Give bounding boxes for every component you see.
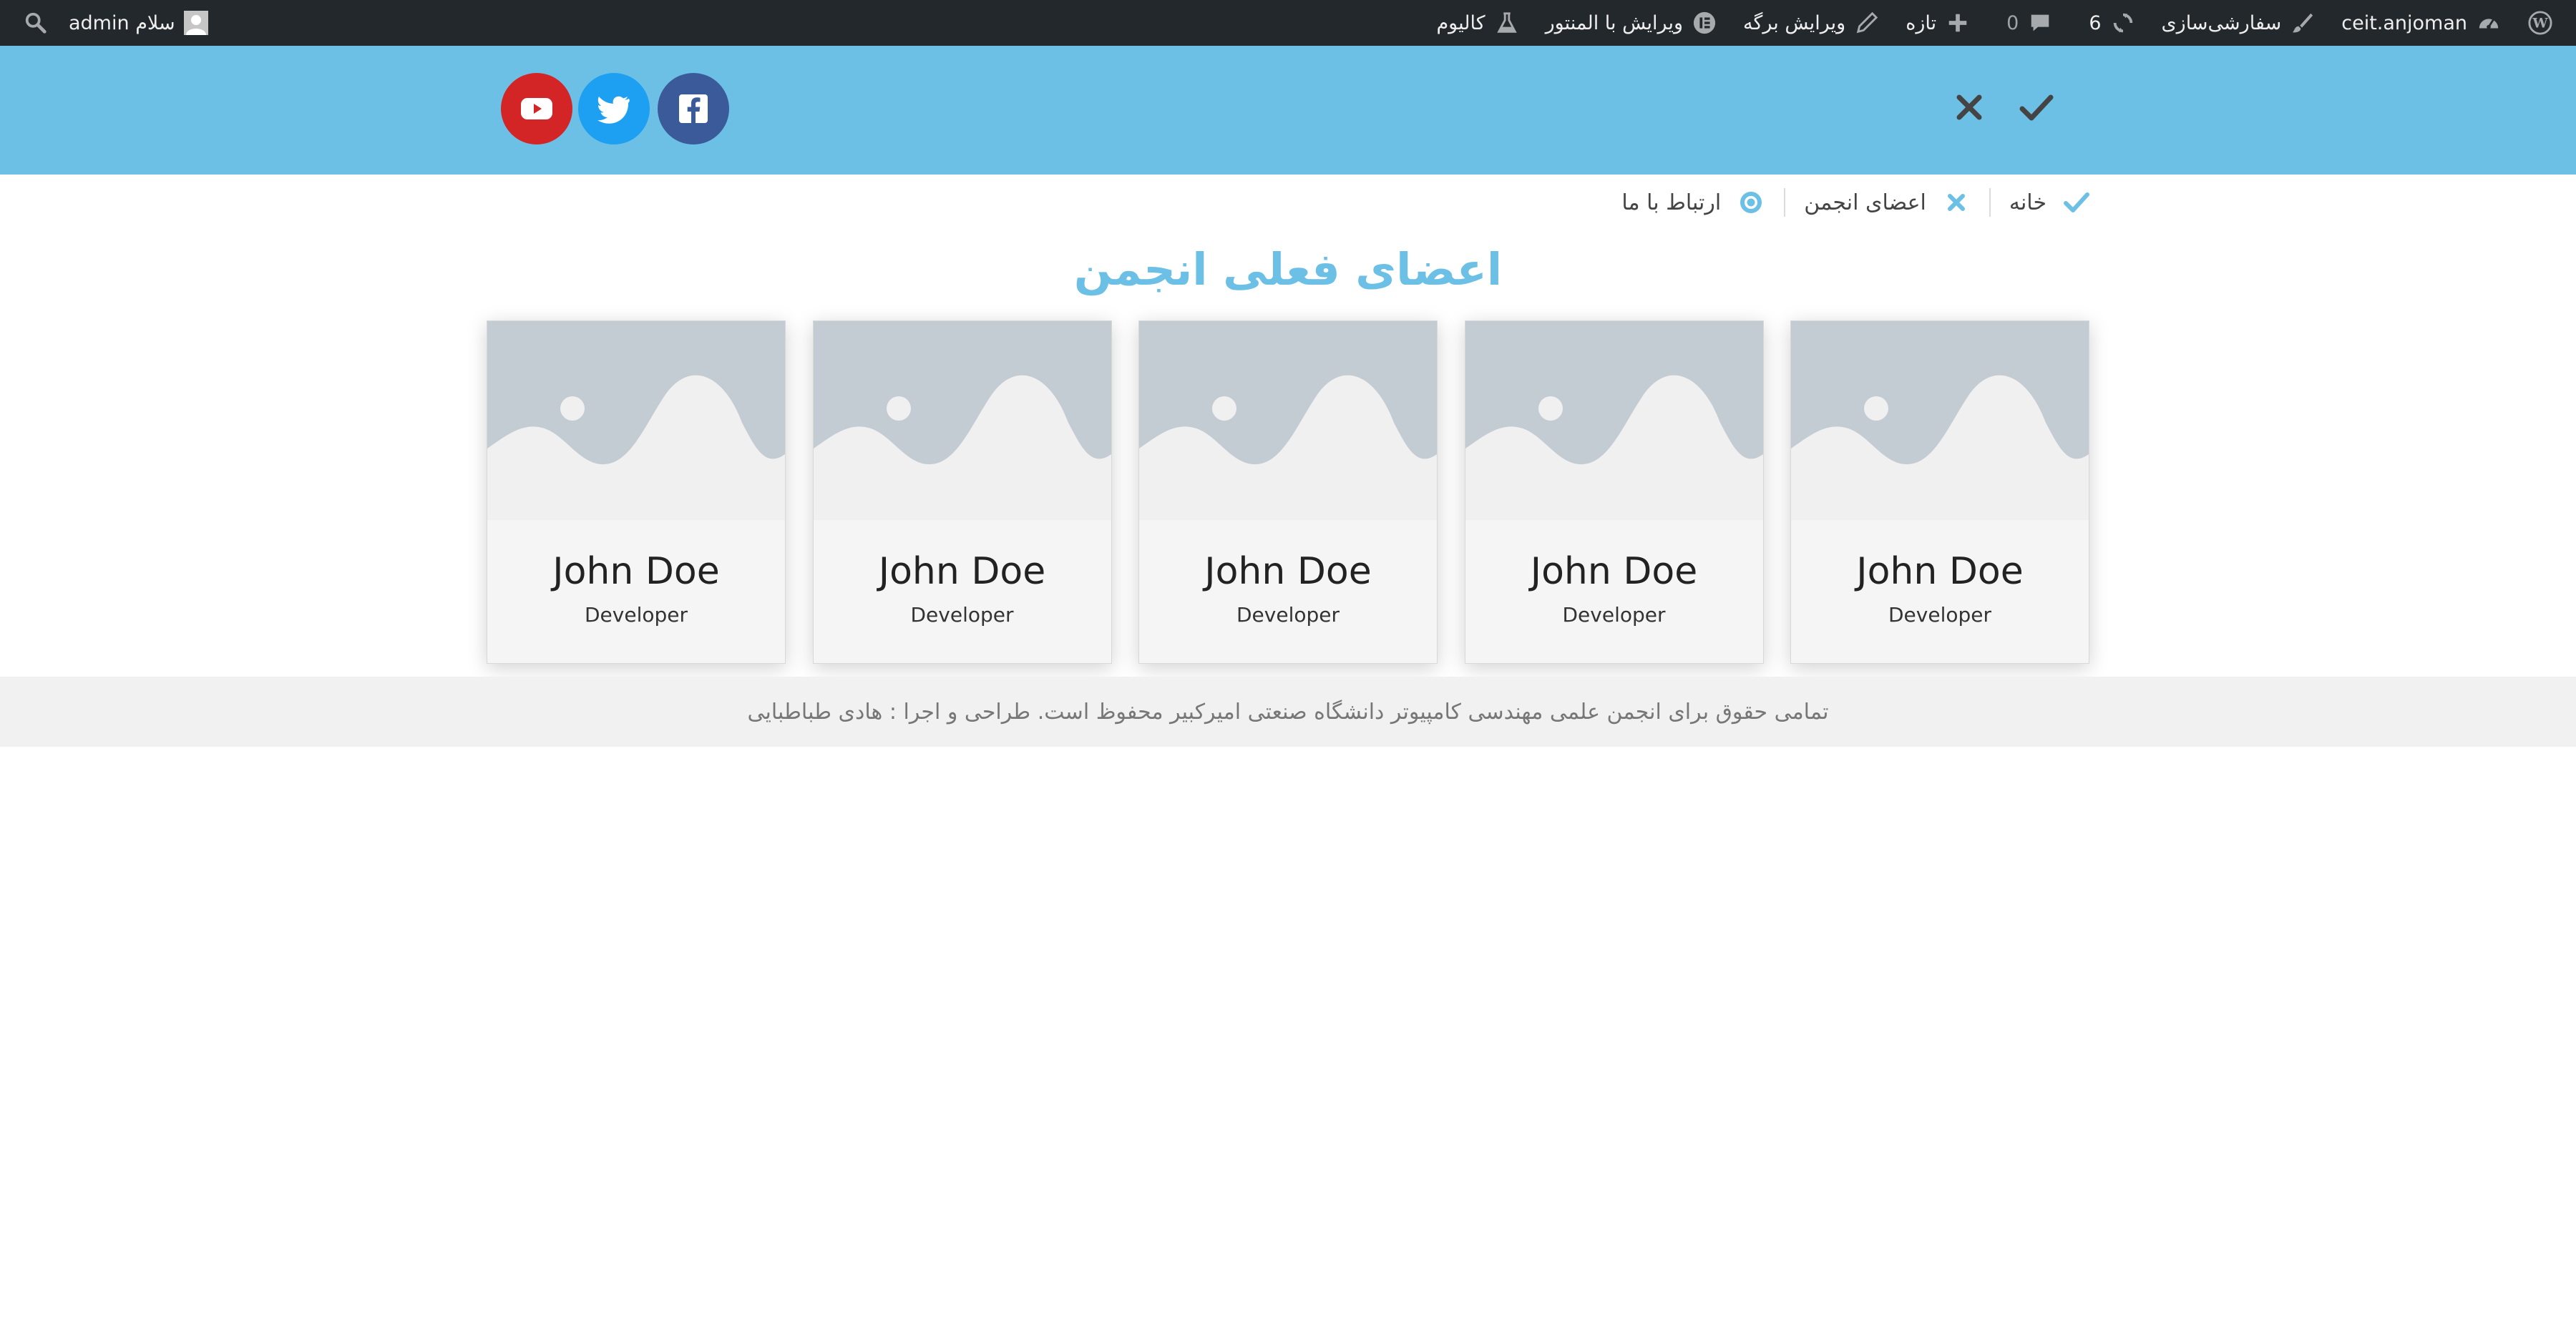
- youtube-button[interactable]: [501, 73, 572, 144]
- menu-divider: [1784, 188, 1786, 217]
- check-icon: [2062, 188, 2091, 217]
- check-icon[interactable]: [2019, 92, 2054, 123]
- updates-count: 6: [2089, 11, 2102, 34]
- edit-with-elementor-label: ویرایش با المنتور: [1545, 11, 1683, 34]
- member-name: John Doe: [878, 550, 1046, 593]
- new-label: تازه: [1906, 11, 1937, 34]
- member-card: John Doe Developer: [812, 320, 1112, 664]
- greeting-label: سلام admin: [69, 11, 175, 34]
- site-header: [0, 46, 2576, 175]
- new-content-button[interactable]: تازه: [1893, 0, 1984, 46]
- wordpress-logo-icon: W: [2527, 10, 2553, 36]
- page-title: اعضای فعلی انجمن: [1073, 243, 1503, 295]
- flask-icon: [1494, 10, 1520, 36]
- site-name-menu[interactable]: ceit.anjoman: [2328, 0, 2514, 46]
- member-role: Developer: [1562, 603, 1666, 627]
- search-icon: [23, 10, 49, 36]
- plus-icon: [1945, 10, 1971, 36]
- calium-label: کالیوم: [1436, 11, 1485, 34]
- member-role: Developer: [1236, 603, 1340, 627]
- admin-bar: W ceit.anjoman سفارشی‌سازی 6 0: [0, 0, 2576, 46]
- member-name: John Doe: [1204, 550, 1372, 593]
- site-name: ceit.anjoman: [2341, 11, 2467, 34]
- member-role: Developer: [910, 603, 1014, 627]
- updates-button[interactable]: 6: [2066, 0, 2148, 46]
- wordpress-logo-button[interactable]: W: [2514, 0, 2566, 46]
- image-placeholder-icon: [813, 321, 1111, 520]
- comments-count: 0: [2006, 11, 2019, 34]
- menu-divider: [1989, 188, 1991, 217]
- member-name: John Doe: [552, 550, 720, 593]
- customize-label: سفارشی‌سازی: [2161, 11, 2282, 34]
- menu-item-contact[interactable]: ارتباط با ما: [1603, 188, 1784, 217]
- avatar: [183, 11, 208, 35]
- menu-item-label: ارتباط با ما: [1621, 190, 1722, 215]
- dashboard-gauge-icon: [2476, 10, 2502, 36]
- site-footer: تمامی حقوق برای انجمن علمی مهندسی کامپیو…: [0, 677, 2576, 747]
- members-grid: John Doe Developer John Doe Developer Jo…: [487, 320, 2089, 664]
- member-card: John Doe Developer: [1138, 320, 1438, 664]
- copyright-text: تمامی حقوق برای انجمن علمی مهندسی کامپیو…: [747, 699, 1829, 725]
- close-icon[interactable]: [1955, 93, 1984, 122]
- member-card: John Doe Developer: [487, 320, 786, 664]
- member-role: Developer: [584, 603, 688, 627]
- paintbrush-icon: [2290, 10, 2316, 36]
- member-role: Developer: [1888, 603, 1991, 627]
- my-account-menu[interactable]: سلام admin: [56, 0, 221, 46]
- edit-with-elementor-button[interactable]: ویرایش با المنتور: [1533, 0, 1730, 46]
- search-button[interactable]: [16, 0, 56, 46]
- member-card: John Doe Developer: [1790, 320, 2089, 664]
- pencil-icon: [1854, 10, 1880, 36]
- updates-refresh-icon: [2110, 10, 2136, 36]
- svg-text:W: W: [2532, 16, 2548, 31]
- menu-item-label: اعضای انجمن: [1804, 190, 1926, 215]
- comments-button[interactable]: 0: [1984, 0, 2066, 46]
- comment-bubble-icon: [2027, 10, 2053, 36]
- twitter-button[interactable]: [578, 73, 650, 144]
- image-placeholder-icon: [1465, 321, 1763, 520]
- circle-dot-icon: [1737, 188, 1765, 217]
- member-name: John Doe: [1856, 550, 2024, 593]
- image-placeholder-icon: [487, 321, 785, 520]
- twitter-icon: [597, 96, 630, 124]
- member-name: John Doe: [1530, 550, 1698, 593]
- facebook-icon: [679, 94, 708, 123]
- edit-page-button[interactable]: ویرایش برگه: [1730, 0, 1893, 46]
- admin-bar-secondary: سلام admin: [16, 0, 221, 46]
- facebook-button[interactable]: [658, 73, 729, 144]
- calium-button[interactable]: کالیوم: [1423, 0, 1532, 46]
- main-menu: خانه اعضای انجمن ارتباط با ما: [1603, 179, 2091, 226]
- customize-button[interactable]: سفارشی‌سازی: [2149, 0, 2329, 46]
- admin-bar-primary: W ceit.anjoman سفارشی‌سازی 6 0: [1423, 0, 2566, 46]
- member-card: John Doe Developer: [1464, 320, 1764, 664]
- menu-item-label: خانه: [2009, 190, 2046, 215]
- menu-item-members[interactable]: اعضای انجمن: [1785, 188, 1989, 217]
- edit-page-label: ویرایش برگه: [1743, 11, 1846, 34]
- youtube-icon: [521, 98, 552, 119]
- menu-item-home[interactable]: خانه: [1991, 188, 2091, 217]
- elementor-icon: [1692, 10, 1717, 36]
- image-placeholder-icon: [1791, 321, 2089, 520]
- close-icon: [1942, 188, 1971, 217]
- image-placeholder-icon: [1139, 321, 1437, 520]
